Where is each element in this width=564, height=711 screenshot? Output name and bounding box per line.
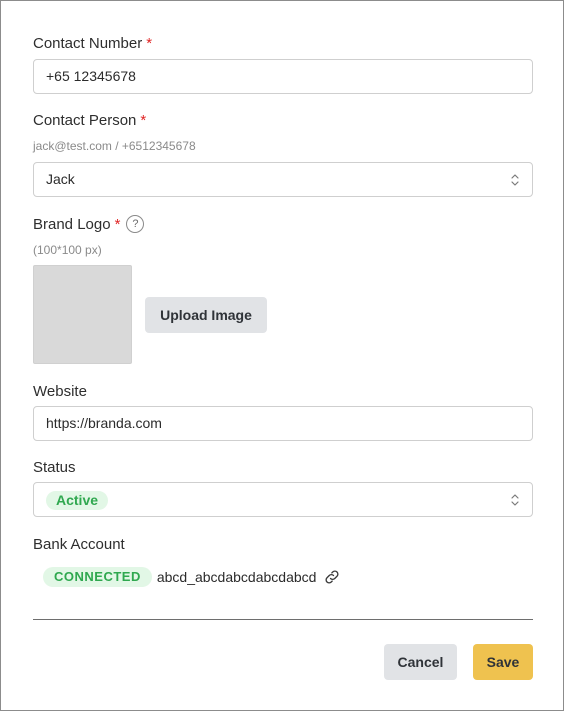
brand-logo-label: Brand Logo *?	[33, 215, 145, 234]
chevron-up-down-icon	[511, 494, 519, 506]
bank-account-row: CONNECTED abcd_abcdabcdabcdabcd	[43, 567, 341, 587]
save-button[interactable]: Save	[473, 644, 533, 680]
website-input[interactable]: https://branda.com	[33, 406, 533, 441]
upload-image-button[interactable]: Upload Image	[145, 297, 267, 333]
logo-preview-placeholder	[33, 265, 132, 364]
website-label: Website	[33, 383, 87, 401]
website-label-text: Website	[33, 383, 87, 400]
status-label-text: Status	[33, 459, 76, 476]
contact-number-label-text: Contact Number	[33, 35, 143, 52]
contact-person-label-text: Contact Person	[33, 112, 137, 129]
brand-logo-size-hint: (100*100 px)	[33, 243, 102, 257]
required-marker: *	[114, 216, 121, 233]
required-marker: *	[140, 112, 147, 129]
contact-person-select[interactable]: Jack	[33, 162, 533, 197]
required-marker: *	[146, 35, 153, 52]
chevron-up-down-icon	[511, 174, 519, 186]
contact-person-hint: jack@test.com / +6512345678	[33, 139, 196, 153]
help-icon[interactable]: ?	[126, 215, 145, 234]
contact-number-value: +65 12345678	[46, 68, 136, 84]
contact-number-label: Contact Number *	[33, 35, 152, 53]
footer-divider	[33, 619, 533, 620]
bank-account-label: Bank Account	[33, 536, 125, 554]
link-icon[interactable]	[323, 568, 341, 586]
status-select[interactable]: Active	[33, 482, 533, 517]
website-value: https://branda.com	[46, 415, 162, 431]
bank-account-id: abcd_abcdabcdabcdabcd	[156, 569, 317, 585]
brand-logo-label-text: Brand Logo	[33, 216, 111, 233]
status-label: Status	[33, 459, 76, 477]
bank-account-label-text: Bank Account	[33, 536, 125, 553]
cancel-button[interactable]: Cancel	[384, 644, 457, 680]
contact-number-input[interactable]: +65 12345678	[33, 59, 533, 94]
form-panel: Contact Number * +65 12345678 Contact Per…	[0, 0, 564, 711]
connected-badge: CONNECTED	[43, 567, 152, 587]
status-badge: Active	[46, 491, 109, 510]
contact-person-label: Contact Person *	[33, 112, 146, 130]
contact-person-selected-value: Jack	[46, 171, 75, 187]
